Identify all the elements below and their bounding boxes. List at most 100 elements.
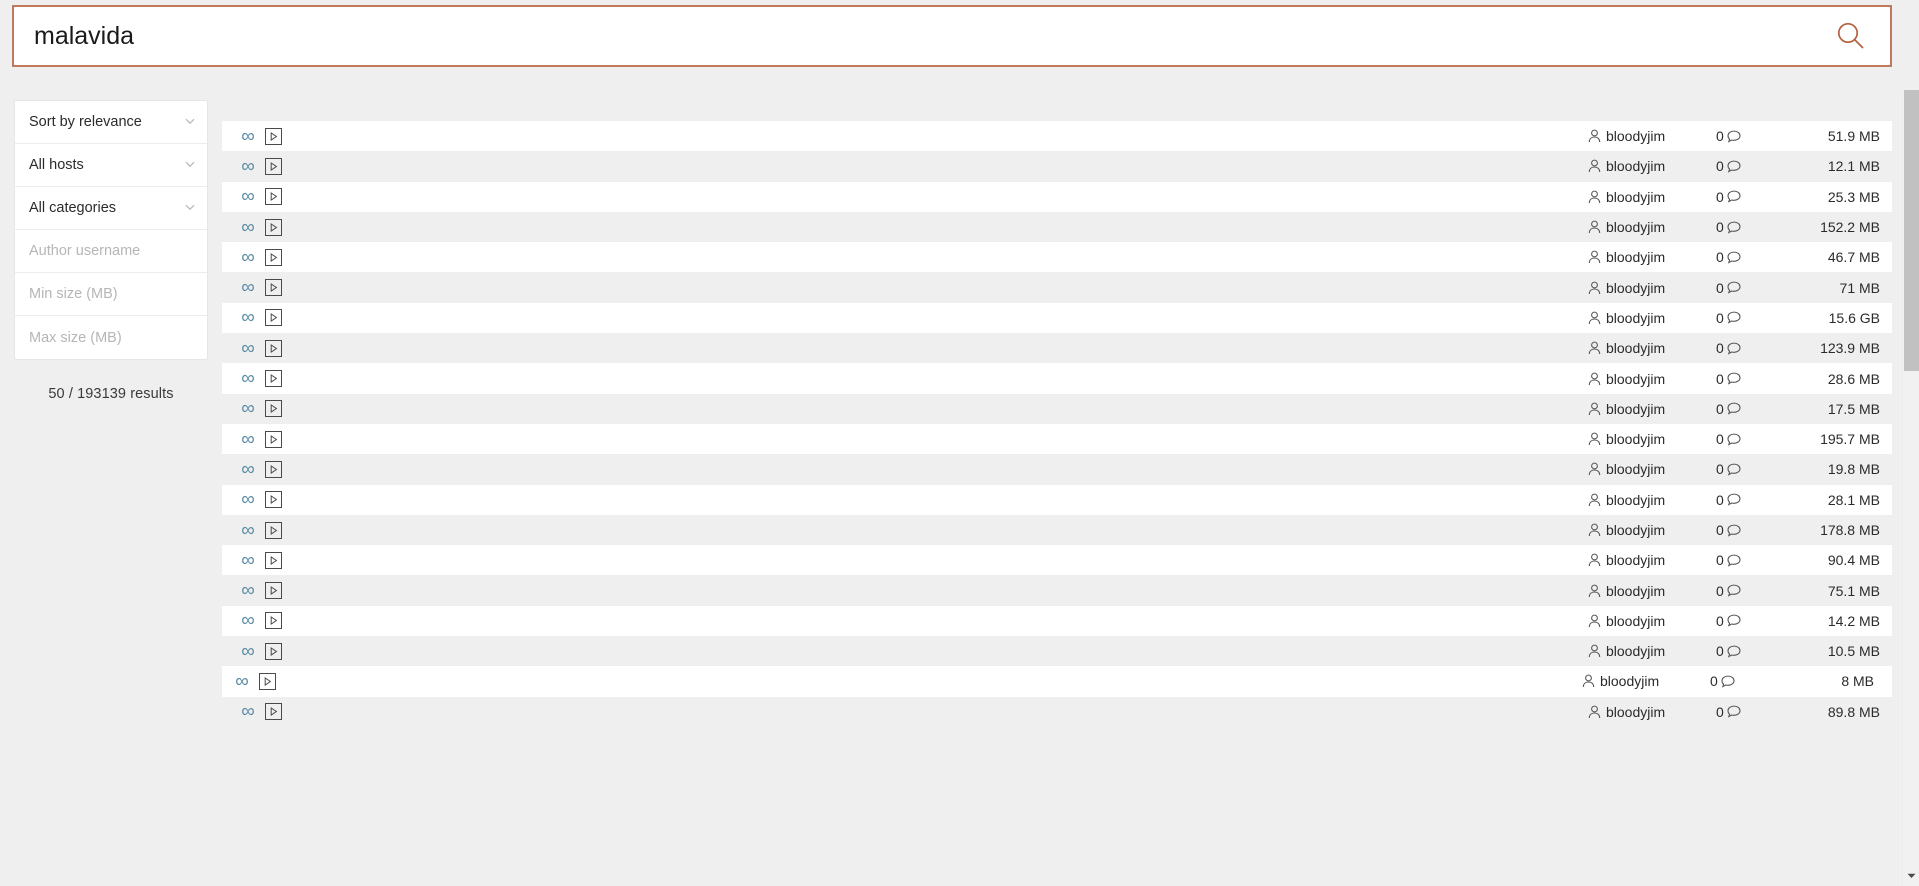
result-comment-count: 0	[1716, 491, 1724, 508]
table-row[interactable]: ∞ bloodyjim 0 89.8 MB	[222, 696, 1892, 727]
table-row[interactable]: ∞ bloodyjim 0 15.6 GB	[222, 302, 1892, 334]
play-icon[interactable]	[265, 279, 282, 297]
table-row[interactable]: ∞ bloodyjim 0 51.9 MB	[222, 121, 1892, 152]
min-size-input[interactable]: Min size (MB)	[15, 273, 207, 316]
magnet-link-icon[interactable]: ∞	[238, 218, 258, 237]
play-icon[interactable]	[265, 400, 282, 418]
result-author[interactable]: bloodyjim	[1588, 371, 1716, 387]
result-author[interactable]: bloodyjim	[1588, 340, 1716, 356]
magnet-link-icon[interactable]: ∞	[238, 581, 258, 600]
play-icon[interactable]	[265, 157, 282, 175]
play-icon[interactable]	[265, 218, 282, 236]
magnet-link-icon[interactable]: ∞	[238, 187, 258, 206]
result-author[interactable]: bloodyjim	[1588, 461, 1716, 477]
magnet-link-icon[interactable]: ∞	[238, 339, 258, 358]
scroll-down-arrow[interactable]	[1903, 868, 1919, 884]
table-row[interactable]: ∞ bloodyjim 0 14.2 MB	[222, 605, 1892, 637]
result-author-name: bloodyjim	[1606, 219, 1666, 236]
magnet-link-icon[interactable]: ∞	[238, 430, 258, 449]
table-row[interactable]: ∞ bloodyjim 0 195.7 MB	[222, 423, 1892, 455]
magnet-link-icon[interactable]: ∞	[238, 127, 258, 146]
table-row[interactable]: ∞ bloodyjim 0 12.1 MB	[222, 151, 1892, 182]
table-row[interactable]: ∞ bloodyjim 0 152.2 MB	[222, 211, 1892, 243]
categories-select[interactable]: All categories	[15, 187, 207, 230]
play-icon[interactable]	[265, 582, 282, 600]
play-icon[interactable]	[265, 430, 282, 448]
table-row[interactable]: ∞ bloodyjim 0 17.5 MB	[222, 393, 1892, 424]
magnet-link-icon[interactable]: ∞	[238, 702, 258, 721]
table-row[interactable]: ∞ bloodyjim 0 178.8 MB	[222, 514, 1892, 546]
result-author[interactable]: bloodyjim	[1588, 613, 1716, 629]
table-row[interactable]: ∞ bloodyjim 0 10.5 MB	[222, 636, 1892, 667]
table-row[interactable]: ∞ bloodyjim 0 75.1 MB	[222, 575, 1892, 606]
result-author[interactable]: bloodyjim	[1588, 704, 1716, 720]
magnet-link-icon[interactable]: ∞	[238, 308, 258, 327]
result-author[interactable]: bloodyjim	[1588, 522, 1716, 538]
play-icon[interactable]	[259, 672, 276, 690]
result-comments: 0	[1716, 128, 1788, 144]
search-input[interactable]	[14, 7, 1812, 65]
result-author[interactable]: bloodyjim	[1588, 219, 1716, 235]
magnet-link-icon[interactable]: ∞	[238, 490, 258, 509]
table-row[interactable]: ∞ bloodyjim 0 123.9 MB	[222, 333, 1892, 364]
table-row[interactable]: ∞ bloodyjim 0 8 MB	[222, 666, 1892, 697]
play-icon[interactable]	[265, 703, 282, 721]
result-size: 14.2 MB	[1827, 612, 1880, 629]
play-icon[interactable]	[265, 491, 282, 509]
result-author[interactable]: bloodyjim	[1588, 643, 1716, 659]
search-submit-button[interactable]	[1812, 7, 1890, 65]
play-icon[interactable]	[265, 188, 282, 206]
result-size: 12.1 MB	[1827, 158, 1880, 175]
play-icon[interactable]	[265, 612, 282, 630]
play-icon[interactable]	[265, 551, 282, 569]
magnet-link-icon[interactable]: ∞	[238, 248, 258, 267]
magnet-link-icon[interactable]: ∞	[238, 611, 258, 630]
play-icon[interactable]	[265, 339, 282, 357]
result-author[interactable]: bloodyjim	[1588, 310, 1716, 326]
result-author[interactable]: bloodyjim	[1588, 128, 1716, 144]
result-author[interactable]: bloodyjim	[1588, 401, 1716, 417]
result-author[interactable]: bloodyjim	[1588, 492, 1716, 508]
result-author-name: bloodyjim	[1606, 582, 1666, 599]
play-icon[interactable]	[265, 460, 282, 478]
result-author[interactable]: bloodyjim	[1588, 583, 1716, 599]
table-row[interactable]: ∞ bloodyjim 0 28.1 MB	[222, 484, 1892, 515]
result-author[interactable]: bloodyjim	[1588, 552, 1716, 568]
table-row[interactable]: ∞ bloodyjim 0 90.4 MB	[222, 545, 1892, 576]
max-size-input[interactable]: Max size (MB)	[15, 316, 207, 359]
hosts-select[interactable]: All hosts	[15, 144, 207, 187]
table-row[interactable]: ∞ bloodyjim 0 25.3 MB	[222, 181, 1892, 212]
magnet-link-icon[interactable]: ∞	[238, 460, 258, 479]
result-size: 28.6 MB	[1827, 370, 1880, 387]
table-row[interactable]: ∞ bloodyjim 0 46.7 MB	[222, 242, 1892, 273]
result-author[interactable]: bloodyjim	[1582, 673, 1710, 689]
result-author[interactable]: bloodyjim	[1588, 249, 1716, 265]
sort-select[interactable]: Sort by relevance	[15, 101, 207, 144]
play-icon[interactable]	[265, 521, 282, 539]
person-icon	[1588, 584, 1601, 598]
magnet-link-icon[interactable]: ∞	[238, 642, 258, 661]
play-icon[interactable]	[265, 248, 282, 266]
play-icon[interactable]	[265, 127, 282, 145]
table-row[interactable]: ∞ bloodyjim 0 71 MB	[222, 272, 1892, 303]
magnet-link-icon[interactable]: ∞	[238, 278, 258, 297]
play-icon[interactable]	[265, 642, 282, 660]
result-author-name: bloodyjim	[1600, 673, 1660, 690]
result-author[interactable]: bloodyjim	[1588, 189, 1716, 205]
result-author[interactable]: bloodyjim	[1588, 431, 1716, 447]
author-username-input[interactable]: Author username	[15, 230, 207, 273]
magnet-link-icon[interactable]: ∞	[238, 157, 258, 176]
page-scrollbar[interactable]	[1902, 90, 1919, 886]
magnet-link-icon[interactable]: ∞	[238, 399, 258, 418]
table-row[interactable]: ∞ bloodyjim 0 19.8 MB	[222, 454, 1892, 485]
result-author[interactable]: bloodyjim	[1588, 280, 1716, 296]
play-icon[interactable]	[265, 309, 282, 327]
play-icon[interactable]	[265, 370, 282, 388]
result-author[interactable]: bloodyjim	[1588, 158, 1716, 174]
table-row[interactable]: ∞ bloodyjim 0 28.6 MB	[222, 363, 1892, 394]
magnet-link-icon[interactable]: ∞	[238, 521, 258, 540]
magnet-link-icon[interactable]: ∞	[238, 369, 258, 388]
magnet-link-icon[interactable]: ∞	[238, 551, 258, 570]
magnet-link-icon[interactable]: ∞	[232, 672, 252, 691]
scrollbar-thumb[interactable]	[1904, 90, 1919, 371]
